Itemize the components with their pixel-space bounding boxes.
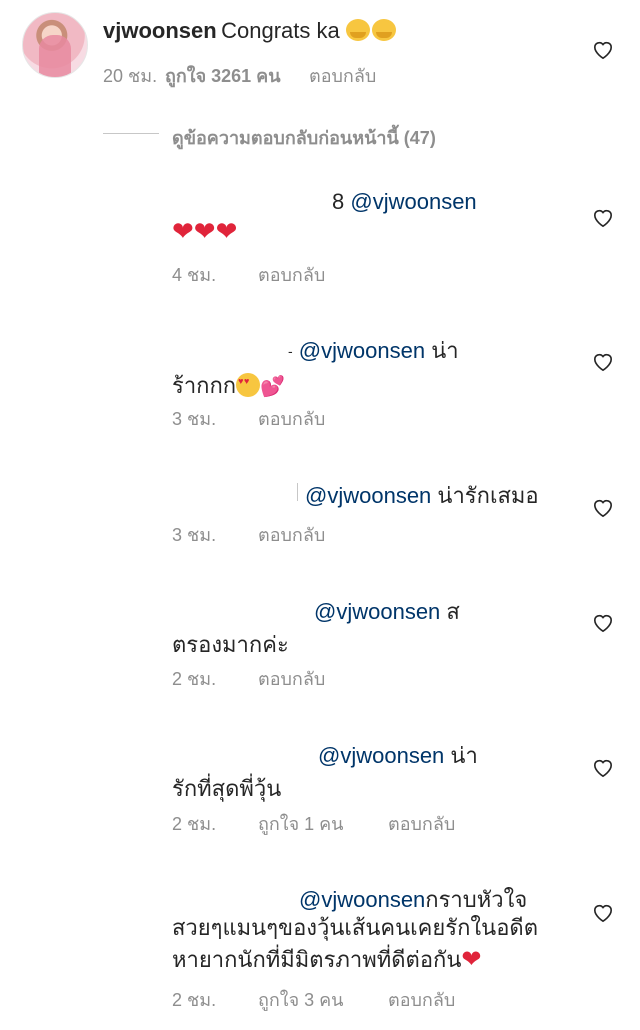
reply-time: 3 ชม. bbox=[172, 409, 217, 429]
comment-username[interactable]: vjwoonsen bbox=[103, 18, 217, 43]
red-heart-emoji-icon: ❤ bbox=[461, 946, 482, 973]
reply-line1: น่า bbox=[444, 743, 478, 768]
mention-link[interactable]: @vjwoonsen bbox=[314, 599, 440, 624]
view-previous-replies[interactable]: ดูข้อความตอบกลับก่อนหน้านี้ (47) bbox=[172, 123, 436, 152]
avatar[interactable] bbox=[22, 12, 88, 78]
reply-button[interactable]: ตอบกลับ bbox=[309, 61, 376, 90]
reply-line1: กราบหัวใจ bbox=[425, 887, 528, 912]
reply-meta: 2 ชม. ถูกใจ 1 คน ตอบกลับ bbox=[172, 809, 455, 838]
heart-outline-icon[interactable] bbox=[592, 208, 614, 228]
mention-link[interactable]: @vjwoonsen bbox=[305, 483, 431, 508]
comment-meta: 20 ชม. ถูกใจ 3261 คน ตอบกลับ bbox=[103, 61, 376, 90]
reply-button[interactable]: ตอบกลับ bbox=[258, 260, 325, 289]
reply-meta: 3 ชม. ตอบกลับ bbox=[172, 404, 325, 433]
heart-outline-icon[interactable] bbox=[592, 903, 614, 923]
mention-link[interactable]: @vjwoonsen bbox=[350, 189, 476, 214]
heart-outline-icon[interactable] bbox=[592, 352, 614, 372]
mention-link[interactable]: @vjwoonsen bbox=[318, 743, 444, 768]
heart-eyes-emoji-icon bbox=[236, 373, 261, 397]
red-hearts-emoji: ❤❤❤ bbox=[172, 216, 238, 246]
reply-time: 2 ชม. bbox=[172, 814, 217, 834]
main-comment: vjwoonsen Congrats ka bbox=[103, 18, 397, 44]
reply-text: @vjwoonsen น่ารักเสมอ bbox=[305, 478, 539, 513]
reply-button[interactable]: ตอบกลับ bbox=[258, 404, 325, 433]
reply-line3: หายากนักที่มีมิตรภาพที่ดีต่อกัน bbox=[172, 947, 462, 972]
heart-outline-icon[interactable] bbox=[592, 613, 614, 633]
divider bbox=[297, 483, 298, 501]
reply-time: 3 ชม. bbox=[172, 525, 217, 545]
reply-line2: รักที่สุดพี่วุ้น bbox=[172, 776, 282, 801]
hugging-emoji-icon bbox=[346, 19, 371, 41]
reply-line1: น่ารักเสมอ bbox=[431, 483, 539, 508]
mention-link[interactable]: @vjwoonsen bbox=[299, 887, 425, 912]
heart-outline-icon[interactable] bbox=[592, 498, 614, 518]
likes-count[interactable]: ถูกใจ 1 คน bbox=[258, 809, 388, 838]
reply-meta: 2 ชม. ตอบกลับ bbox=[172, 664, 325, 693]
reply-line2: ร้ากกก bbox=[172, 373, 237, 398]
heart-outline-icon[interactable] bbox=[592, 40, 614, 60]
reply-line2: สวยๆแมนๆของวุ้นเส้นคนเคยรักในอดีต bbox=[172, 915, 538, 940]
reply-meta: 3 ชม. ตอบกลับ bbox=[172, 520, 325, 549]
hugging-emoji-icon bbox=[372, 19, 397, 41]
reply-line3-wrap: หายากนักที่มีมิตรภาพที่ดีต่อกัน❤ bbox=[172, 942, 482, 977]
reply-time: 4 ชม. bbox=[172, 265, 217, 285]
mention-link[interactable]: @vjwoonsen bbox=[299, 338, 425, 363]
reply-button[interactable]: ตอบกลับ bbox=[258, 520, 325, 549]
reply-line1: น่า bbox=[425, 338, 459, 363]
two-hearts-emoji-icon: 💕 bbox=[260, 376, 286, 398]
reply-time: 2 ชม. bbox=[172, 990, 217, 1010]
reply-text: 8 @vjwoonsen bbox=[332, 189, 477, 215]
reply-button[interactable]: ตอบกลับ bbox=[388, 985, 455, 1014]
reply-line2-wrap: ร้ากกก 💕 bbox=[172, 368, 285, 403]
reply-prefix: 8 bbox=[332, 189, 345, 214]
reply-line2: ตรองมากค่ะ bbox=[172, 632, 289, 657]
reply-text: @vjwoonsen ส bbox=[314, 594, 460, 629]
reply-button[interactable]: ตอบกลับ bbox=[388, 809, 455, 838]
likes-count[interactable]: ถูกใจ 3261 คน bbox=[165, 61, 309, 90]
reply-meta: 2 ชม. ถูกใจ 3 คน ตอบกลับ bbox=[172, 985, 455, 1014]
reply-text: - @vjwoonsen น่า bbox=[288, 333, 459, 368]
reply-time: 2 ชม. bbox=[172, 669, 217, 689]
heart-outline-icon[interactable] bbox=[592, 758, 614, 778]
reply-button[interactable]: ตอบกลับ bbox=[258, 664, 325, 693]
reply-text: @vjwoonsen น่า bbox=[318, 738, 478, 773]
reply-prefix: - bbox=[288, 343, 293, 359]
comment-text: Congrats ka bbox=[221, 18, 340, 43]
comment-time: 20 ชม. bbox=[103, 66, 158, 86]
divider bbox=[103, 133, 159, 134]
reply-meta: 4 ชม. ตอบกลับ bbox=[172, 260, 325, 289]
likes-count[interactable]: ถูกใจ 3 คน bbox=[258, 985, 388, 1014]
reply-line1: ส bbox=[440, 599, 460, 624]
